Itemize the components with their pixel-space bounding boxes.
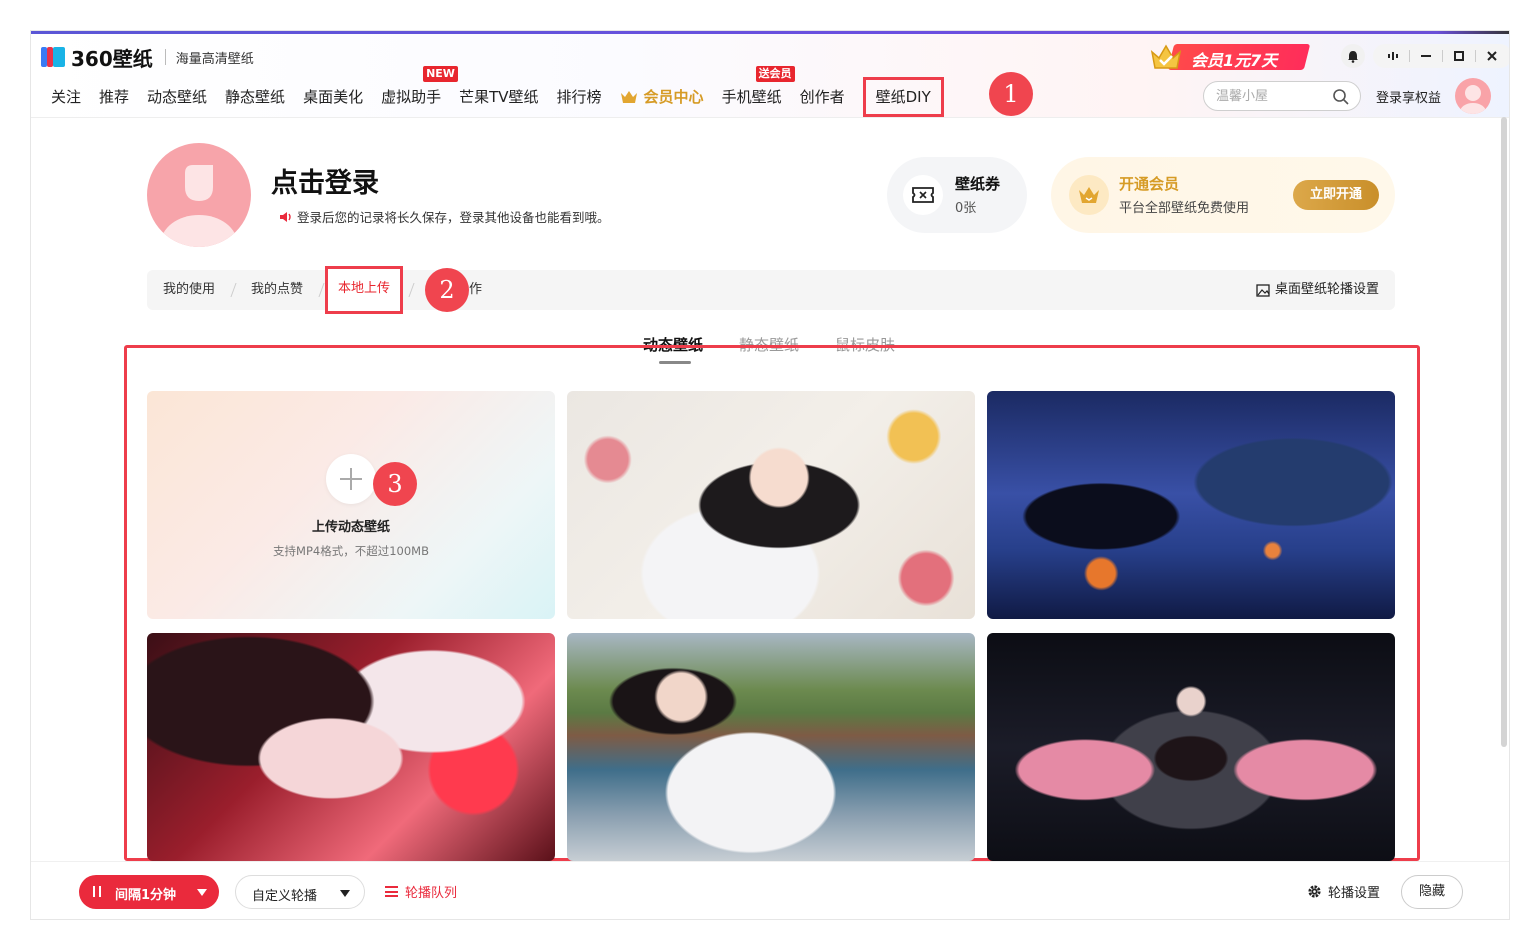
coupon-count: 0张 xyxy=(955,201,977,216)
tab-divider xyxy=(408,283,415,297)
nav-ranking[interactable]: 排行榜 xyxy=(557,84,602,110)
open-vip-button[interactable]: 立即开通 xyxy=(1293,180,1379,210)
nav-desktop-beautify[interactable]: 桌面美化 xyxy=(303,84,363,110)
wallpaper-thumbnail[interactable] xyxy=(567,633,975,861)
interval-label: 间隔1分钟 xyxy=(115,888,177,903)
avatar[interactable] xyxy=(1455,78,1491,114)
carousel-settings-label: 轮播设置 xyxy=(1328,886,1381,901)
tab-local-upload[interactable]: 本地上传 xyxy=(325,266,404,314)
login-notice-text: 登录后您的记录将长久保存，登录其他设备也能看到哦。 xyxy=(297,210,610,225)
tab-creations-partial[interactable]: 作 xyxy=(469,270,482,310)
coupon-title: 壁纸券 xyxy=(955,175,1001,193)
app-logo[interactable]: 360壁纸 海量高清壁纸 xyxy=(41,46,254,71)
chevron-down-icon xyxy=(340,890,350,897)
nav-creator[interactable]: 创作者 xyxy=(800,84,845,110)
upload-description: 支持MP4格式，不超过100MB xyxy=(273,544,429,558)
user-avatar-icon xyxy=(161,165,237,247)
pause-icon xyxy=(93,886,101,897)
desktop-carousel-setting-label: 桌面壁纸轮播设置 xyxy=(1274,282,1379,297)
image-settings-icon xyxy=(1256,283,1270,297)
tab-divider xyxy=(318,283,325,297)
promo-text: 会员1元7天 xyxy=(1191,51,1278,70)
upload-title: 上传动态壁纸 xyxy=(311,520,390,535)
carousel-settings-button[interactable]: 轮播设置 xyxy=(1307,882,1380,901)
carousel-queue-label: 轮播队列 xyxy=(405,886,458,901)
tab-my-usage[interactable]: 我的使用 xyxy=(163,270,215,310)
desktop-carousel-setting[interactable]: 桌面壁纸轮播设置 xyxy=(1256,270,1379,310)
annotation-marker-1: 1 xyxy=(989,72,1033,116)
logo-text: 360壁纸 xyxy=(71,46,153,71)
upload-dynamic-card[interactable]: 上传动态壁纸 支持MP4格式，不超过100MB xyxy=(147,391,555,619)
nav-follow[interactable]: 关注 xyxy=(51,84,81,110)
nav-mango-tv[interactable]: 芒果TV壁纸 xyxy=(459,84,538,110)
nav-static-wallpaper[interactable]: 静态壁纸 xyxy=(225,84,285,110)
vip-card: 开通会员 平台全部壁纸免费使用 立即开通 xyxy=(1051,157,1395,233)
personal-tabs: 我的使用 我的点赞 本地上传 作 桌面壁纸轮播设置 xyxy=(147,266,1395,314)
chevron-down-icon xyxy=(197,889,207,896)
carousel-queue-button[interactable]: 轮播队列 xyxy=(385,882,457,901)
search-box xyxy=(1203,81,1361,111)
minimize-button[interactable] xyxy=(1410,44,1442,68)
ticket-icon xyxy=(903,175,943,215)
plus-icon[interactable] xyxy=(326,454,376,504)
vip-title: 开通会员 xyxy=(1119,175,1180,193)
hide-button[interactable]: 隐藏 xyxy=(1401,875,1463,909)
logo-icon xyxy=(41,47,67,67)
equalizer-icon[interactable] xyxy=(1377,44,1409,68)
interval-dropdown[interactable]: 间隔1分钟 xyxy=(79,875,219,909)
annotation-marker-2: 2 xyxy=(425,268,469,312)
maximize-button[interactable] xyxy=(1443,44,1475,68)
app-window: 360壁纸 海量高清壁纸 会员1元7天 关注 推荐 动态壁纸 静态壁纸 桌面美化… xyxy=(30,30,1510,920)
speaker-icon xyxy=(280,211,291,222)
new-badge: NEW xyxy=(423,66,458,82)
main-nav: 关注 推荐 动态壁纸 静态壁纸 桌面美化 NEW 虚拟助手 芒果TV壁纸 排行榜… xyxy=(51,66,962,117)
bell-icon[interactable] xyxy=(1341,44,1365,68)
search-input[interactable] xyxy=(1216,87,1326,105)
vip-crown-icon xyxy=(1069,175,1109,215)
annotation-marker-3: 3 xyxy=(373,462,417,506)
tab-divider xyxy=(230,283,237,297)
login-title[interactable]: 点击登录 xyxy=(271,161,379,200)
logo-divider xyxy=(164,49,166,65)
wallpaper-thumbnail[interactable] xyxy=(987,633,1395,861)
crown-icon xyxy=(1150,44,1182,69)
nav-vip-center[interactable]: 会员中心 xyxy=(620,84,704,110)
user-avatar-icon xyxy=(1460,85,1486,114)
nav-vip-center-label: 会员中心 xyxy=(643,88,704,106)
custom-carousel-select[interactable]: 自定义轮播 xyxy=(235,875,365,909)
nav-mobile-wallpaper-label: 手机壁纸 xyxy=(721,88,782,106)
wallpaper-thumbnail[interactable] xyxy=(147,633,555,861)
login-benefits-link[interactable]: 登录享权益 xyxy=(1376,87,1441,106)
vip-crown-icon xyxy=(620,91,637,103)
nav-mobile-wallpaper[interactable]: 送会员 手机壁纸 xyxy=(721,66,795,110)
window-button-group xyxy=(1373,44,1509,68)
search-icon[interactable] xyxy=(1332,88,1350,106)
window-controls xyxy=(1341,44,1509,68)
vip-description: 平台全部壁纸免费使用 xyxy=(1119,201,1250,216)
header: 360壁纸 海量高清壁纸 会员1元7天 关注 推荐 动态壁纸 静态壁纸 桌面美化… xyxy=(31,34,1509,118)
tab-my-likes[interactable]: 我的点赞 xyxy=(251,270,303,310)
nav-recommend[interactable]: 推荐 xyxy=(99,84,129,110)
vip-promo-banner[interactable]: 会员1元7天 xyxy=(1149,40,1311,72)
gear-icon xyxy=(1308,885,1321,898)
wallpaper-coupon-card[interactable]: 壁纸券 0张 xyxy=(887,157,1027,233)
gift-vip-badge: 送会员 xyxy=(755,66,795,82)
close-button[interactable] xyxy=(1476,44,1508,68)
custom-carousel-label: 自定义轮播 xyxy=(252,889,318,904)
nav-dynamic-wallpaper[interactable]: 动态壁纸 xyxy=(147,84,207,110)
nav-wallpaper-diy[interactable]: 壁纸DIY xyxy=(862,77,944,117)
nav-virtual-assistant[interactable]: NEW 虚拟助手 xyxy=(381,66,458,110)
app-subtitle: 海量高清壁纸 xyxy=(175,51,254,67)
login-notice: 登录后您的记录将长久保存，登录其他设备也能看到哦。 xyxy=(279,207,610,226)
wallpaper-thumbnail[interactable] xyxy=(987,391,1395,619)
scrollbar[interactable] xyxy=(1501,117,1507,747)
bottom-bar: 间隔1分钟 自定义轮播 轮播队列 轮播设置 隐藏 xyxy=(31,861,1509,919)
wallpaper-thumbnail[interactable] xyxy=(567,391,975,619)
nav-virtual-assistant-label: 虚拟助手 xyxy=(381,88,442,106)
list-icon xyxy=(385,886,398,897)
profile-avatar[interactable] xyxy=(147,143,251,247)
